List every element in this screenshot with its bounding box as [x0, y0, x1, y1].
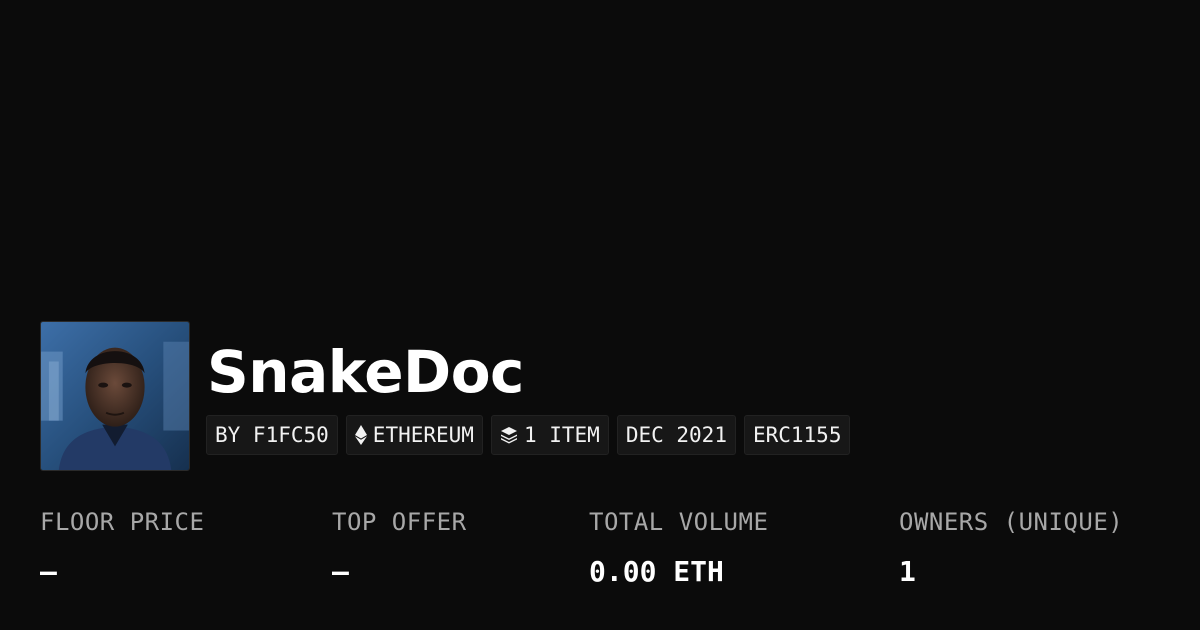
- stat-label: TOP OFFER: [332, 508, 467, 536]
- stat-owners: OWNERS (UNIQUE) 1: [899, 505, 1123, 589]
- stat-value: 1: [899, 555, 916, 588]
- stat-value: –: [40, 555, 57, 588]
- standard-label: ERC1155: [752, 423, 842, 447]
- stat-label: OWNERS (UNIQUE): [899, 508, 1124, 536]
- chain-label: ETHEREUM: [372, 423, 474, 447]
- collection-meta-chips: BY F1FC50 ETHEREUM 1 ITEM DEC 2021 ERC11…: [206, 415, 851, 455]
- collection-title: SnakeDoc: [207, 338, 524, 406]
- date-chip: DEC 2021: [616, 415, 736, 455]
- stat-value: 0.00 ETH: [589, 555, 724, 588]
- ethereum-icon: [354, 425, 367, 445]
- creator-label: BY F1FC50: [215, 423, 329, 447]
- items-chip: 1 ITEM: [490, 415, 609, 455]
- layers-icon: [500, 426, 518, 444]
- stat-total-volume: TOTAL VOLUME 0.00 ETH: [589, 505, 768, 589]
- standard-chip: ERC1155: [743, 415, 851, 455]
- collection-avatar: [40, 321, 190, 471]
- stat-label: TOTAL VOLUME: [589, 508, 769, 536]
- chain-chip: ETHEREUM: [345, 415, 483, 455]
- stat-top-offer: TOP OFFER –: [332, 505, 467, 589]
- items-label: 1 ITEM: [523, 423, 600, 447]
- creator-chip[interactable]: BY F1FC50: [206, 415, 338, 455]
- stat-value: –: [332, 555, 349, 588]
- stat-floor-price: FLOOR PRICE –: [40, 505, 204, 589]
- stat-label: FLOOR PRICE: [40, 508, 205, 536]
- date-label: DEC 2021: [625, 423, 727, 447]
